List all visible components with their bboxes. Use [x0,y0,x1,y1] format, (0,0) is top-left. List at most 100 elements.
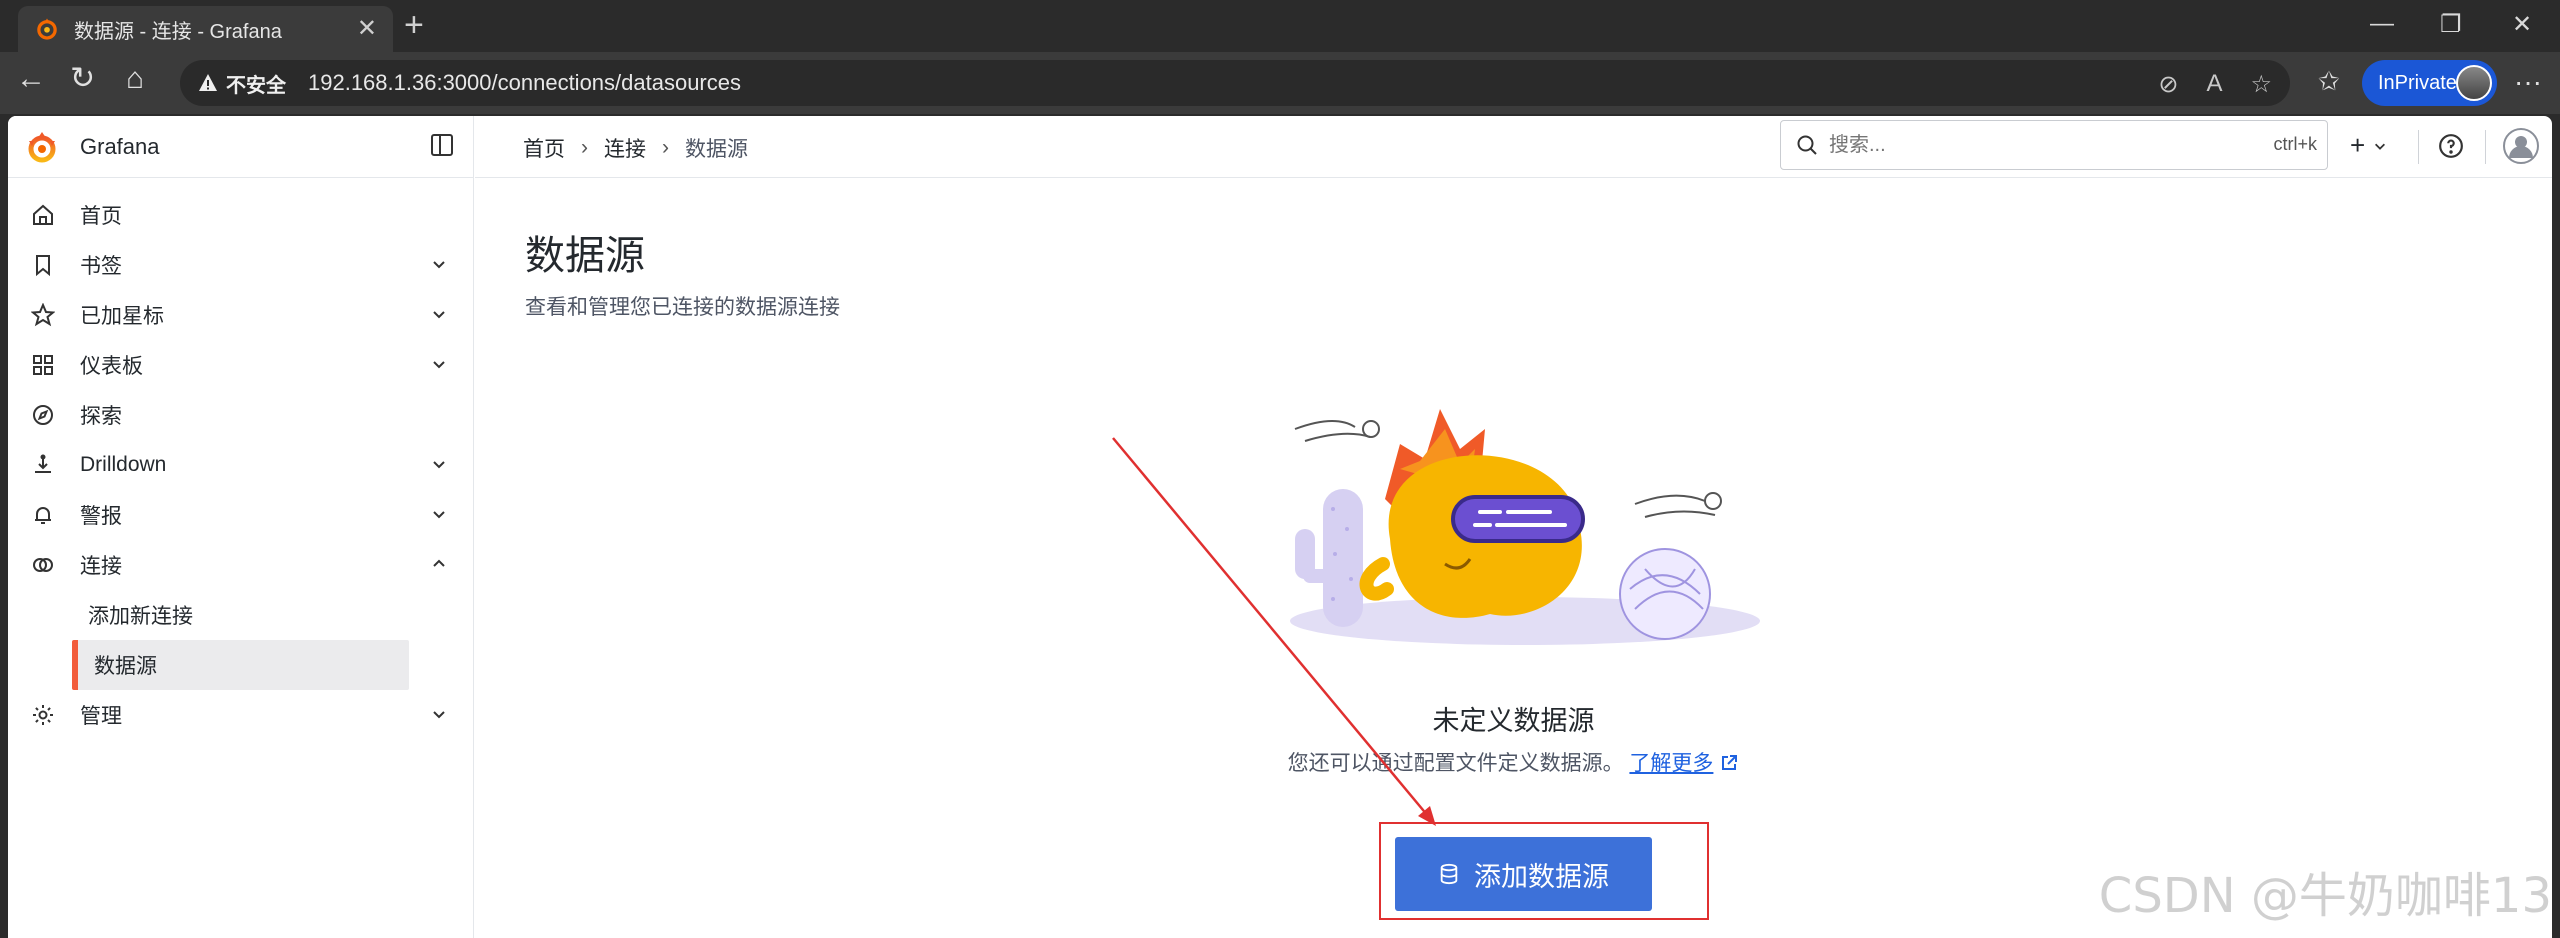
search-input[interactable] [1829,133,2229,157]
url-text: 192.168.1.36:3000/connections/datasource… [308,70,741,95]
page-subtitle: 查看和管理您已连接的数据源连接 [525,296,840,319]
grafana-favicon-icon [37,18,57,40]
new-button[interactable]: + [2350,130,2387,161]
dashboards-icon [30,352,56,378]
sidebar-item-bookmarks[interactable]: 书签 [8,240,473,290]
chevron-down-icon[interactable] [431,306,447,322]
home-browser-icon[interactable]: ⌂ [126,64,144,94]
sidebar-item-label: 首页 [80,205,122,228]
toolbar-divider [2418,130,2419,164]
minimize-icon[interactable]: — [2370,10,2394,38]
user-avatar-icon[interactable] [2502,127,2540,165]
empty-state-text: 您还可以通过配置文件定义数据源。 [1287,752,1624,775]
sidebar-item-explore[interactable]: 探索 [8,390,473,440]
sidebar-item-dashboards[interactable]: 仪表板 [8,340,473,390]
chevron-down-icon[interactable] [431,256,447,272]
home-icon [30,202,56,228]
top-bar: 首页 › 连接 › 数据源 ctrl+k + [475,116,2552,178]
browser-tab-bar: 数据源 - 连接 - Grafana ✕ + — ❐ ✕ [0,0,2560,52]
search-shortcut: ctrl+k [2273,134,2317,154]
sidebar-item-label: 探索 [80,405,122,428]
browser-tab[interactable]: 数据源 - 连接 - Grafana ✕ [18,6,393,52]
more-menu-icon[interactable]: ··· [2514,66,2542,98]
breadcrumb-home[interactable]: 首页 [523,133,565,163]
inprivate-avatar [2456,65,2492,101]
gear-icon [30,702,56,728]
chevron-down-icon[interactable] [431,456,447,472]
sidebar-item-label: 已加星标 [80,305,164,328]
security-indicator[interactable]: 不安全 [198,69,286,98]
chevron-down-icon [2375,143,2386,150]
tracking-prevention-icon[interactable]: ⊘ [2158,70,2178,99]
learn-more-link[interactable]: 了解更多 [1629,752,1739,775]
url-field[interactable]: 不安全 192.168.1.36:3000/connections/dataso… [180,60,2290,106]
breadcrumb-connections[interactable]: 连接 [604,133,646,163]
breadcrumb: 首页 › 连接 › 数据源 [523,133,748,163]
inprivate-label: InPrivate [2378,71,2457,94]
plus-icon: + [2350,130,2366,160]
sidebar-item-label: Drilldown [80,453,167,476]
search-box[interactable]: ctrl+k [1780,120,2328,170]
inprivate-button[interactable]: InPrivate [2362,60,2497,106]
bookmark-icon [30,252,56,278]
compass-icon [30,402,56,428]
sidebar-subitem-datasources[interactable]: 数据源 [72,640,409,690]
search-icon [1797,135,1817,155]
sidebar-item-label: 仪表板 [80,355,143,378]
add-datasource-label: 添加数据源 [1474,861,1609,892]
chevron-down-icon[interactable] [431,506,447,522]
watermark-text: CSDN @牛奶咖啡13 [2098,868,2552,924]
page-title: 数据源 [525,234,645,278]
breadcrumb-separator-icon: › [662,136,669,159]
sidebar-item-administration[interactable]: 管理 [8,690,473,740]
sidebar-item-label: 连接 [80,555,122,578]
warning-icon [199,74,217,91]
external-link-icon [1722,755,1738,770]
chevron-down-icon[interactable] [431,356,447,372]
reload-icon[interactable]: ↻ [70,64,95,94]
tab-title: 数据源 - 连接 - Grafana [74,20,282,43]
window-close-icon[interactable]: ✕ [2512,10,2532,39]
toolbar-divider [2485,130,2486,164]
connections-icon [30,552,56,578]
database-icon [1440,863,1458,885]
sidebar: Grafana 首页 书签 已加星标 仪表板 探索 Drilldown 警报 连… [8,116,474,938]
learn-more-label: 了解更多 [1629,752,1714,775]
main-content: 数据源 查看和管理您已连接的数据源连接 未定义数据源 您还可以通过配置文件定义数… [475,179,2552,938]
address-toolbar: ← ↻ ⌂ 不安全 192.168.1.36:3000/connections/… [0,52,2560,114]
sidebar-item-connections[interactable]: 连接 [8,540,473,590]
sidebar-item-alerting[interactable]: 警报 [8,490,473,540]
sidebar-item-home[interactable]: 首页 [8,190,473,240]
sidebar-item-label: 书签 [80,255,122,278]
bell-icon [30,502,56,528]
grafana-logo-icon[interactable] [24,129,60,165]
add-datasource-button[interactable]: 添加数据源 [1395,837,1652,911]
sidebar-subitem-add-connection[interactable]: 添加新连接 [8,590,473,640]
favorites-icon[interactable]: ✩ [2318,68,2340,94]
breadcrumb-separator-icon: › [581,136,588,159]
empty-state-description: 您还可以通过配置文件定义数据源。 了解更多 [475,747,2552,777]
sidebar-subitem-label: 添加新连接 [88,605,193,628]
breadcrumb-datasources: 数据源 [685,138,748,161]
brand-name: Grafana [80,133,160,159]
sidebar-item-label: 管理 [80,705,122,728]
chevron-up-icon[interactable] [431,556,447,572]
help-icon[interactable] [2438,133,2464,159]
tab-close-icon[interactable]: ✕ [357,17,377,41]
sidebar-item-label: 警报 [80,505,122,528]
chevron-down-icon[interactable] [431,706,447,722]
back-icon[interactable]: ← [16,64,46,94]
new-tab-icon[interactable]: + [404,8,424,42]
read-aloud-icon[interactable]: A [2206,70,2222,99]
sidebar-nav: 首页 书签 已加星标 仪表板 探索 Drilldown 警报 连接 添加新连接 … [8,178,473,740]
restore-icon[interactable]: ❐ [2440,10,2462,39]
sidebar-item-starred[interactable]: 已加星标 [8,290,473,340]
favorite-star-icon[interactable]: ☆ [2250,70,2272,99]
sidebar-item-drilldown[interactable]: Drilldown [8,440,473,490]
drilldown-icon [30,452,56,478]
star-icon [30,302,56,328]
sidebar-subitem-label: 数据源 [94,655,157,678]
grafana-page: Grafana 首页 书签 已加星标 仪表板 探索 Drilldown 警报 连… [8,116,2552,938]
sidebar-header: Grafana [8,116,473,178]
dock-sidebar-icon[interactable] [431,134,453,156]
